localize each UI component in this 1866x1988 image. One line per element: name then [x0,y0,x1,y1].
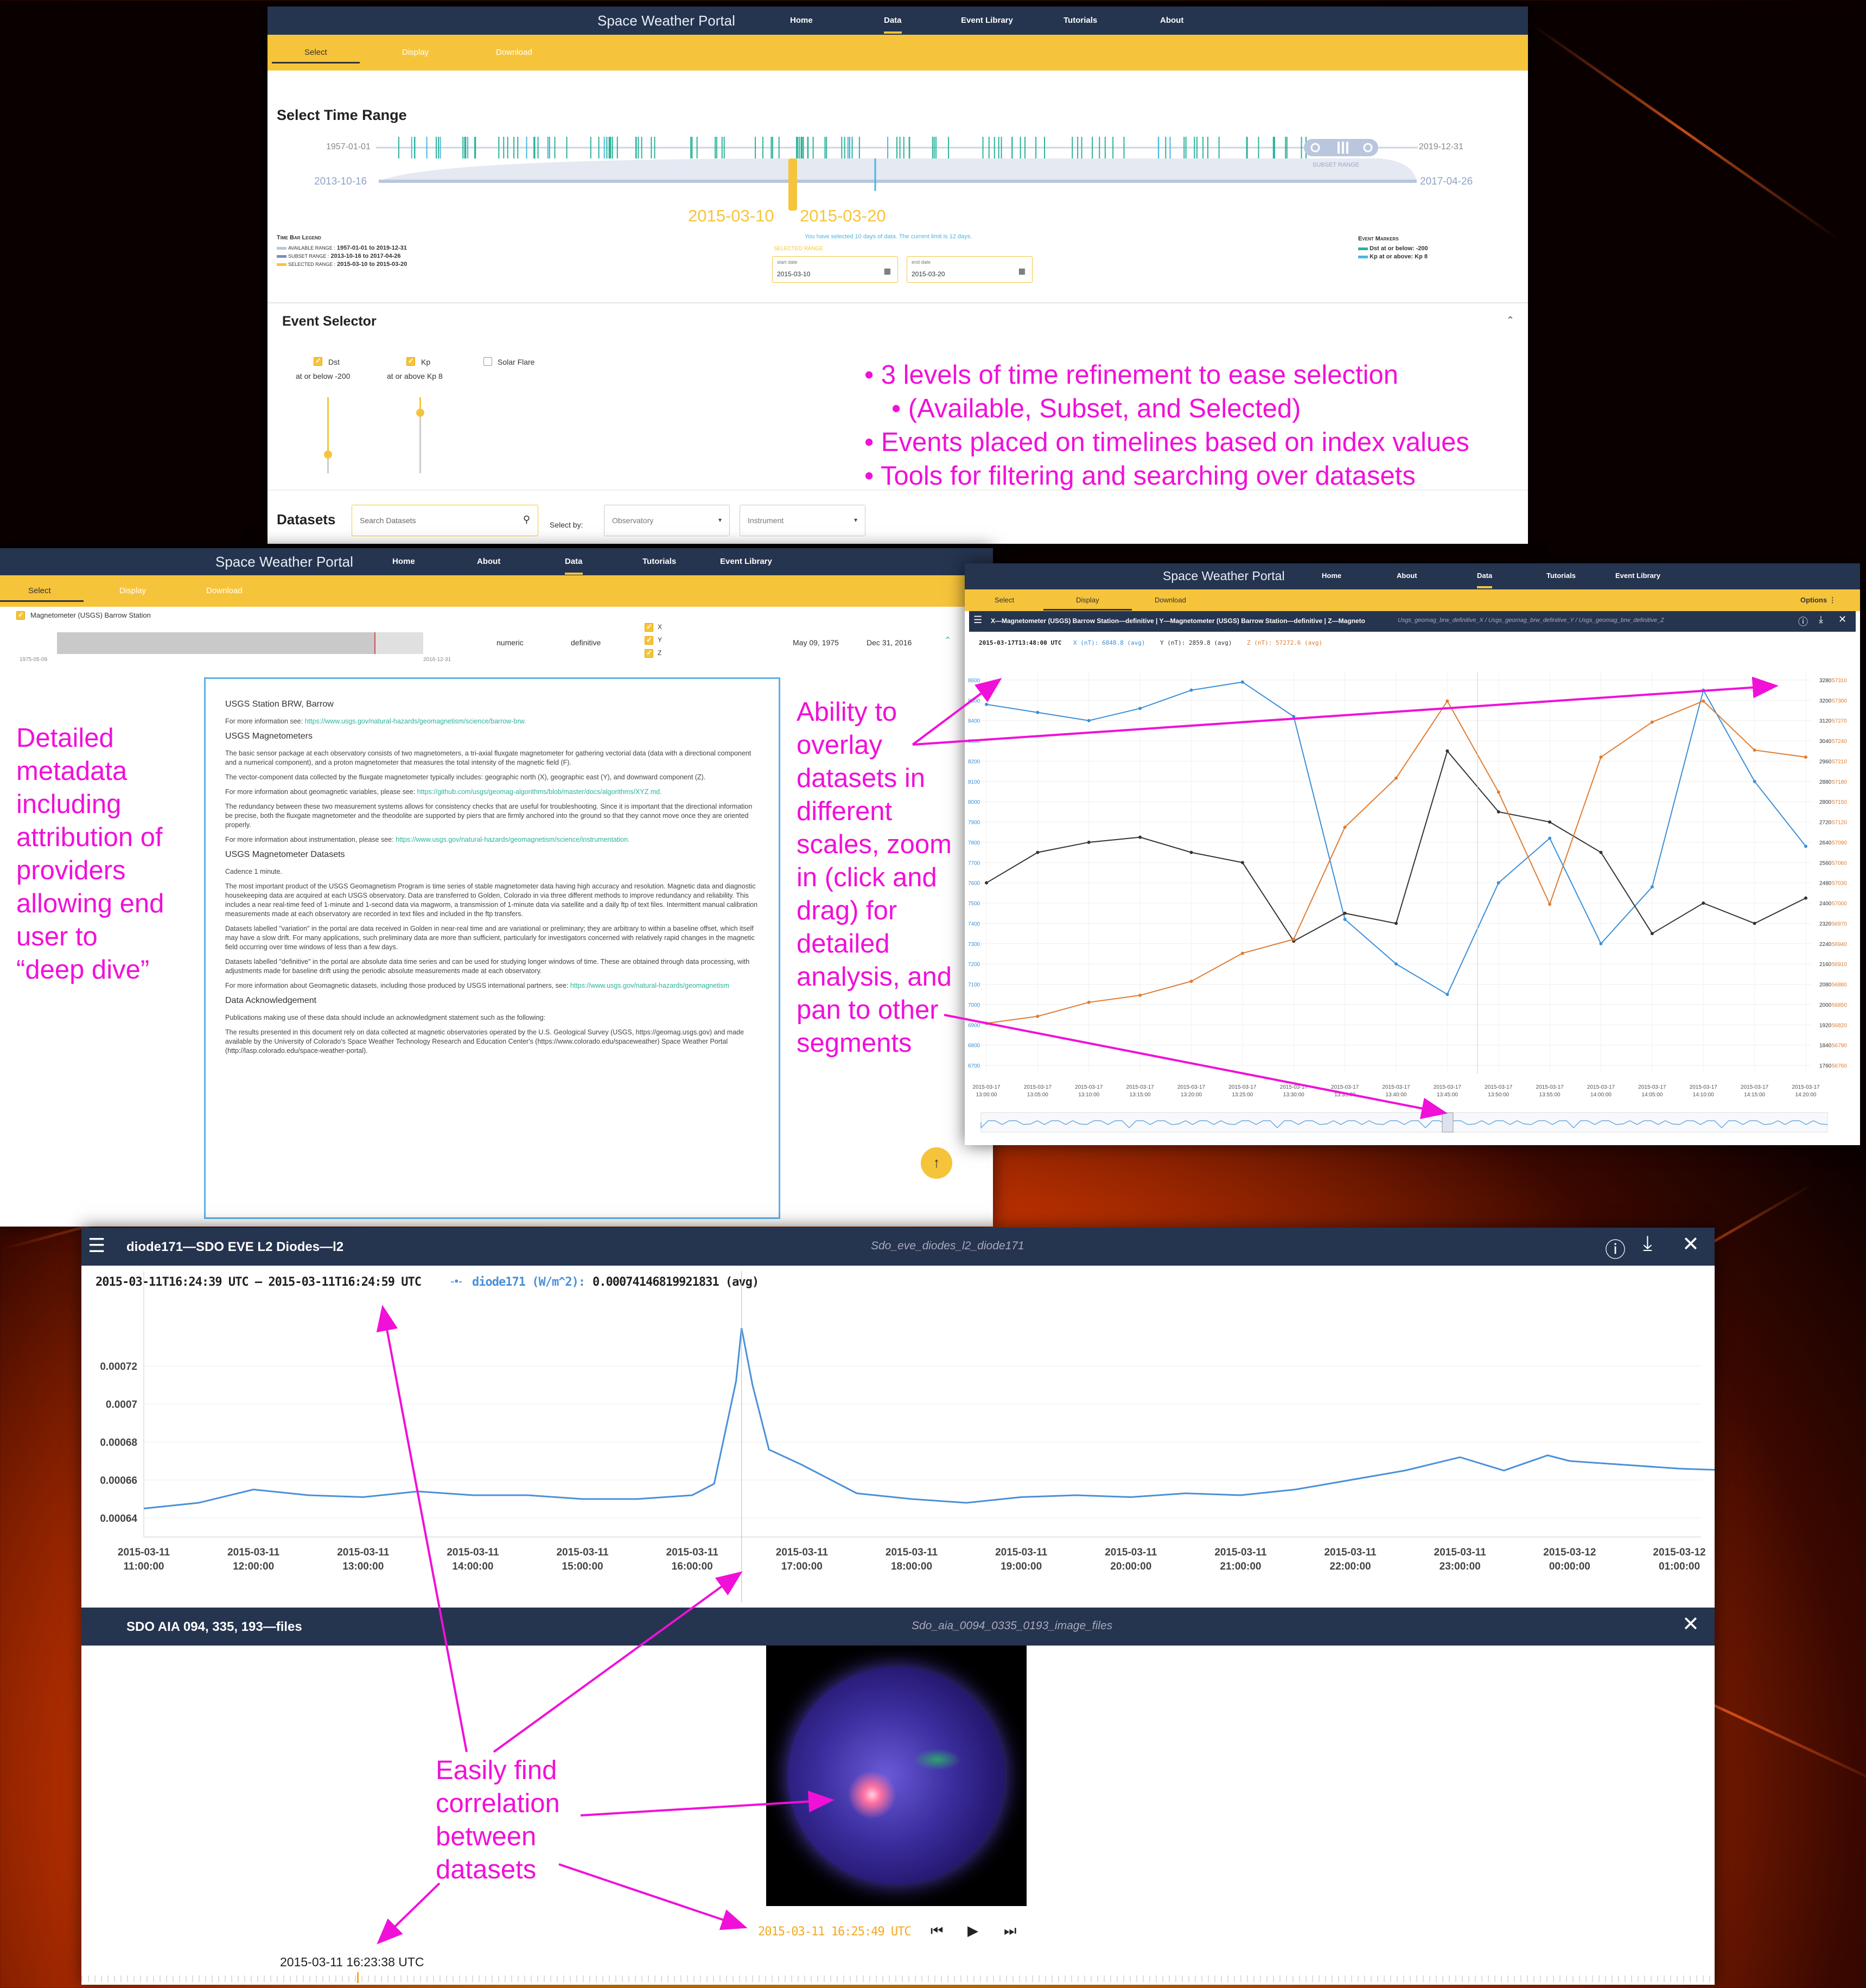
arrow [912,678,1002,746]
annotation-arrows [376,676,1779,1945]
arrow [944,1014,1448,1119]
arrow [376,1305,468,1752]
arrow [580,1790,835,1816]
arrow [912,676,1779,746]
arrow [558,1863,748,1930]
arrow [377,1882,441,1945]
arrow [493,1571,743,1753]
